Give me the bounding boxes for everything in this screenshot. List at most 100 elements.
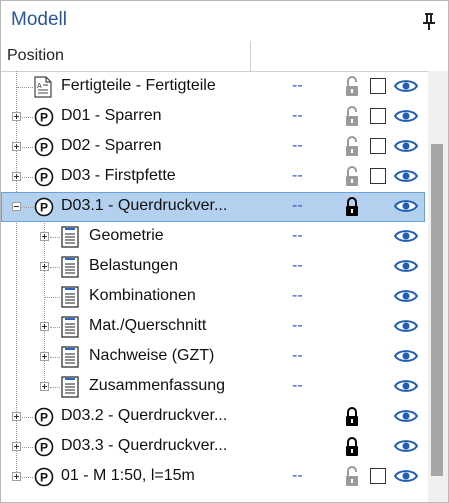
position-p-icon: P — [34, 407, 54, 427]
document-icon — [61, 346, 79, 368]
vertical-scrollbar[interactable] — [428, 71, 448, 502]
tree-row-label: D03 - Firstpfette — [61, 167, 176, 184]
tree-line — [22, 477, 33, 478]
svg-text:P: P — [40, 471, 48, 485]
collapse-toggle[interactable] — [12, 202, 21, 211]
tree-row-value: -- — [292, 257, 303, 274]
tree-row-value: -- — [292, 77, 303, 94]
tree-view: A Fertigteile - Fertigteile -- P D01 - S… — [1, 71, 448, 502]
tree-line — [22, 177, 33, 178]
unlocked-lock-icon[interactable] — [342, 466, 362, 488]
tree-row-value: -- — [292, 317, 303, 334]
expand-toggle[interactable] — [12, 112, 21, 121]
locked-lock-icon[interactable] — [342, 406, 362, 428]
tree-row-label: Zusammenfassung — [89, 377, 226, 394]
tree-line — [22, 207, 33, 208]
expand-toggle[interactable] — [12, 142, 21, 151]
eye-icon[interactable] — [394, 379, 418, 393]
tree-row-zusammenfassung[interactable]: Zusammenfassung -- — [1, 372, 425, 402]
document-icon — [61, 376, 79, 398]
position-p-icon: P — [34, 437, 54, 457]
tree-row-value: -- — [292, 197, 303, 214]
expand-toggle[interactable] — [12, 412, 21, 421]
tree-row-kombinationen[interactable]: Kombinationen -- — [1, 282, 425, 312]
column-header-position[interactable]: Position — [7, 47, 64, 65]
expand-toggle[interactable] — [12, 442, 21, 451]
tree-row-mat-querschnitt[interactable]: Mat./Querschnitt -- — [1, 312, 425, 342]
tree-row-label: D02 - Sparren — [61, 137, 162, 154]
panel-titlebar: Modell — [1, 1, 448, 41]
eye-icon[interactable] — [394, 109, 418, 123]
expand-toggle[interactable] — [40, 232, 49, 241]
eye-icon[interactable] — [394, 79, 418, 93]
eye-icon[interactable] — [394, 139, 418, 153]
eye-icon[interactable] — [394, 169, 418, 183]
tree-line — [50, 357, 60, 358]
expand-toggle[interactable] — [40, 382, 49, 391]
eye-icon[interactable] — [394, 319, 418, 333]
checkbox[interactable] — [370, 138, 386, 154]
tree-row-label: Geometrie — [89, 227, 164, 244]
pin-icon[interactable] — [422, 12, 436, 30]
model-panel: Modell Position A Fertigteile - Fertigte… — [0, 0, 449, 503]
checkbox[interactable] — [370, 78, 386, 94]
tree-row-label: Kombinationen — [89, 287, 196, 304]
tree-row-d03-1[interactable]: P D03.1 - Querdruckver... -- — [1, 192, 425, 222]
tree-row-d02[interactable]: P D02 - Sparren -- — [1, 132, 425, 162]
tree-row-d03-2[interactable]: P D03.2 - Querdruckver... — [1, 402, 425, 432]
tree-row-value: -- — [292, 137, 303, 154]
panel-title: Modell — [11, 9, 67, 30]
checkbox[interactable] — [370, 168, 386, 184]
document-icon — [61, 256, 79, 278]
locked-lock-icon[interactable] — [342, 196, 362, 218]
tree-row-01[interactable]: P 01 - M 1:50, l=15m -- — [1, 462, 425, 492]
tree-row-d03[interactable]: P D03 - Firstpfette -- — [1, 162, 425, 192]
expand-toggle[interactable] — [12, 472, 21, 481]
position-p-icon: P — [34, 467, 54, 487]
expand-toggle[interactable] — [12, 172, 21, 181]
eye-icon[interactable] — [394, 199, 418, 213]
expand-toggle[interactable] — [40, 322, 49, 331]
tree-row-geometrie[interactable]: Geometrie -- — [1, 222, 425, 252]
expand-toggle[interactable] — [40, 352, 49, 361]
tree-line — [17, 87, 33, 88]
unlocked-lock-icon[interactable] — [342, 166, 362, 188]
column-separator[interactable] — [250, 41, 251, 71]
unlocked-lock-icon[interactable] — [342, 106, 362, 128]
expand-toggle[interactable] — [40, 262, 49, 271]
tree-row-value: -- — [292, 107, 303, 124]
unlocked-lock-icon[interactable] — [342, 136, 362, 158]
eye-icon[interactable] — [394, 439, 418, 453]
svg-text:P: P — [40, 141, 48, 155]
svg-text:P: P — [40, 171, 48, 185]
scrollbar-thumb[interactable] — [431, 144, 443, 476]
eye-icon[interactable] — [394, 349, 418, 363]
tree-row-d01[interactable]: P D01 - Sparren -- — [1, 102, 425, 132]
tree-row-fertigteile[interactable]: A Fertigteile - Fertigteile -- — [1, 72, 425, 102]
eye-icon[interactable] — [394, 259, 418, 273]
document-list-icon: A — [34, 76, 52, 98]
document-icon — [61, 316, 79, 338]
tree-row-value: -- — [292, 227, 303, 244]
tree-row-label: D03.3 - Querdruckver... — [61, 437, 228, 454]
checkbox[interactable] — [370, 468, 386, 484]
unlocked-lock-icon[interactable] — [342, 76, 362, 98]
eye-icon[interactable] — [394, 409, 418, 423]
locked-lock-icon[interactable] — [342, 436, 362, 458]
tree-row-belastungen[interactable]: Belastungen -- — [1, 252, 425, 282]
position-p-icon: P — [34, 167, 54, 187]
svg-text:P: P — [40, 111, 48, 125]
checkbox[interactable] — [370, 108, 386, 124]
tree-row-label: Belastungen — [89, 257, 178, 274]
tree-row-label: D03.1 - Querdruckver... — [61, 197, 228, 214]
tree-row-d03-3[interactable]: P D03.3 - Querdruckver... — [1, 432, 425, 462]
tree-row-value: -- — [292, 377, 303, 394]
position-p-icon: P — [34, 197, 54, 217]
eye-icon[interactable] — [394, 229, 418, 243]
document-icon — [61, 286, 79, 308]
tree-row-nachweise[interactable]: Nachweise (GZT) -- — [1, 342, 425, 372]
eye-icon[interactable] — [394, 469, 418, 483]
eye-icon[interactable] — [394, 289, 418, 303]
tree-row-label: Fertigteile - Fertigteile — [61, 77, 216, 94]
tree-row-value: -- — [292, 467, 303, 484]
